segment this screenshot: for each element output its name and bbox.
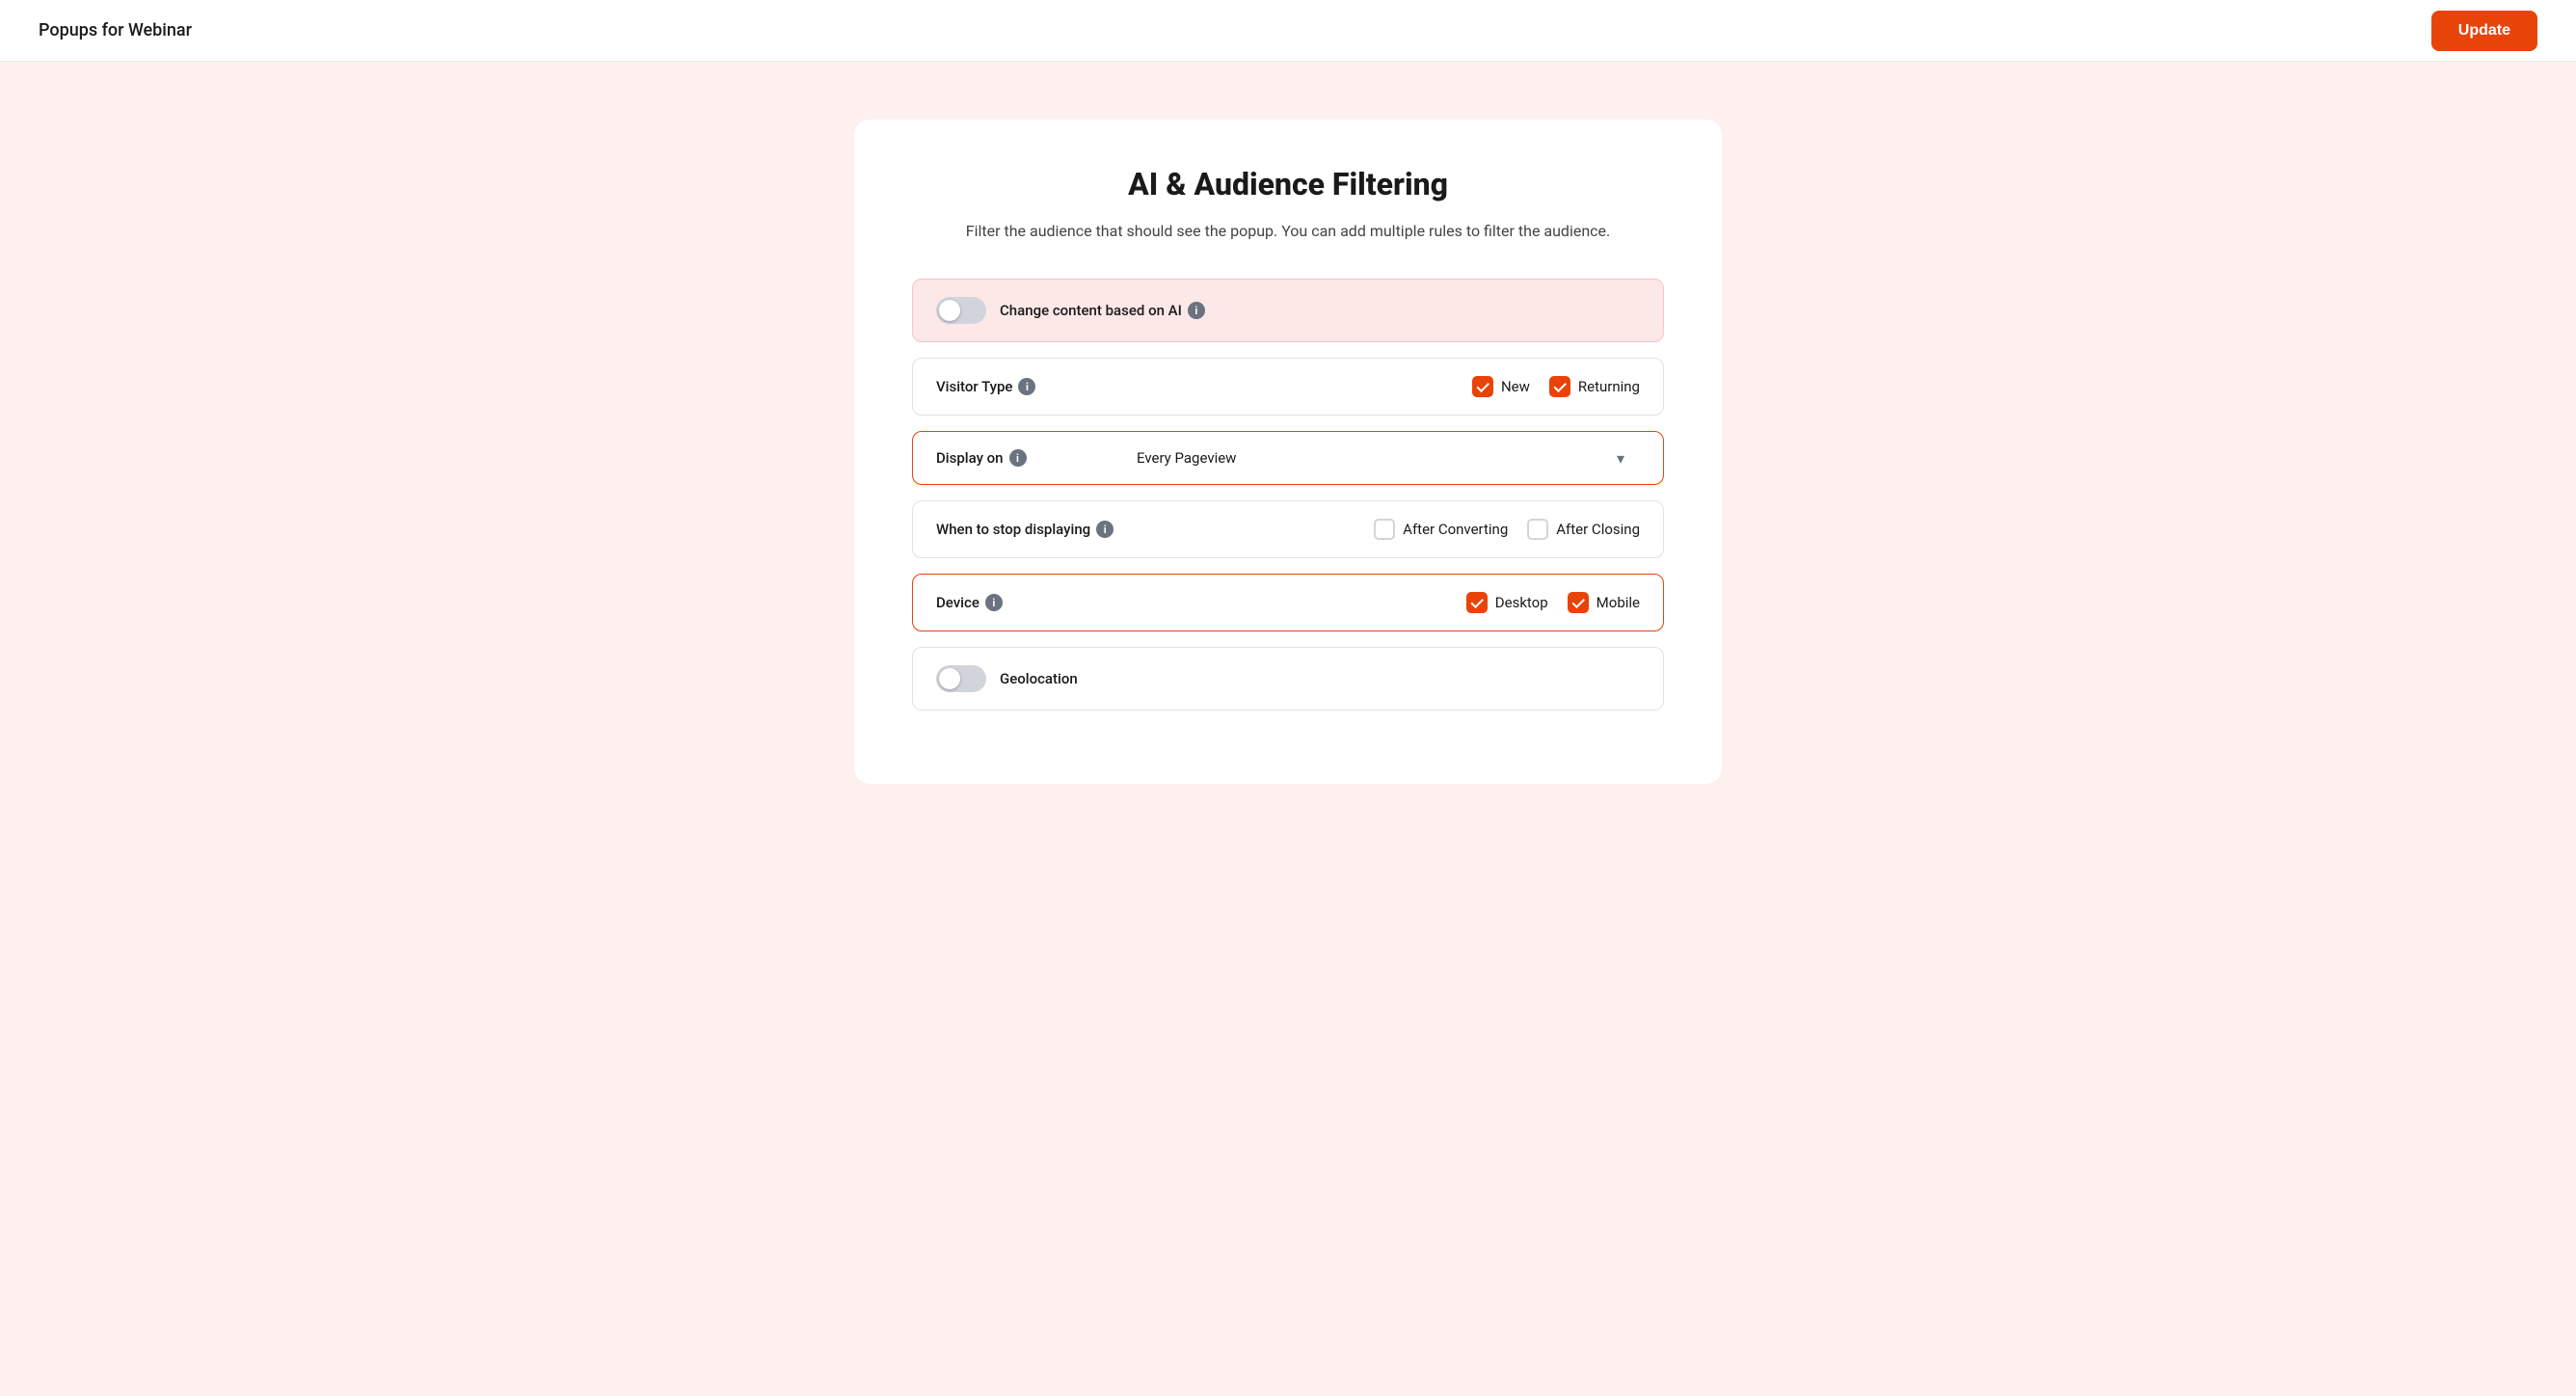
geolocation-toggle-thumb [939, 668, 960, 689]
desktop-checkbox[interactable] [1466, 592, 1488, 613]
after-converting-checkbox[interactable] [1374, 519, 1395, 540]
stop-displaying-row: When to stop displaying i After Converti… [912, 500, 1664, 558]
geolocation-row: Geolocation [912, 647, 1664, 711]
visitor-type-controls: New Returning [1472, 376, 1640, 397]
desktop-label: Desktop [1495, 594, 1548, 611]
main-content: AI & Audience Filtering Filter the audie… [0, 62, 2576, 842]
mobile-checkbox-label[interactable]: Mobile [1568, 592, 1640, 613]
display-on-info-icon[interactable]: i [1009, 449, 1027, 467]
geolocation-toggle-track [936, 665, 986, 692]
display-on-value: Every Pageview [1137, 449, 1236, 467]
visitor-type-label: Visitor Type i [936, 378, 1129, 395]
ai-change-row: Change content based on AI i [912, 279, 1664, 342]
header-title: Popups for Webinar [39, 20, 192, 40]
device-label: Device i [936, 594, 1129, 611]
new-visitor-checkbox-label[interactable]: New [1472, 376, 1530, 397]
stop-displaying-label: When to stop displaying i [936, 521, 1206, 538]
header: Popups for Webinar Update [0, 0, 2576, 62]
geolocation-label: Geolocation [1000, 670, 1078, 687]
new-visitor-checkbox[interactable] [1472, 376, 1493, 397]
after-closing-checkbox-label[interactable]: After Closing [1527, 519, 1640, 540]
device-info-icon[interactable]: i [985, 594, 1003, 611]
device-row: Device i Desktop Mobile [912, 574, 1664, 631]
after-converting-checkbox-label[interactable]: After Converting [1374, 519, 1508, 540]
after-closing-checkbox[interactable] [1527, 519, 1548, 540]
ai-toggle[interactable] [936, 297, 986, 324]
ai-info-icon[interactable]: i [1188, 302, 1205, 319]
returning-visitor-checkbox[interactable] [1549, 376, 1570, 397]
visitor-type-info-icon[interactable]: i [1018, 378, 1035, 395]
returning-visitor-label: Returning [1578, 378, 1640, 395]
card-subtitle: Filter the audience that should see the … [912, 222, 1664, 240]
new-visitor-label: New [1501, 378, 1530, 395]
returning-visitor-checkbox-label[interactable]: Returning [1549, 376, 1640, 397]
display-on-select[interactable]: Every Pageview ▾ [1129, 449, 1640, 467]
geolocation-toggle-wrapper: Geolocation [936, 665, 1078, 692]
ai-toggle-track [936, 297, 986, 324]
device-controls: Desktop Mobile [1466, 592, 1640, 613]
display-on-chevron-icon: ▾ [1613, 450, 1628, 466]
ai-toggle-thumb [939, 300, 960, 321]
visitor-type-row: Visitor Type i New Returning [912, 358, 1664, 416]
mobile-label: Mobile [1597, 594, 1640, 611]
display-on-row: Display on i Every Pageview ▾ [912, 431, 1664, 485]
mobile-checkbox[interactable] [1568, 592, 1589, 613]
stop-displaying-info-icon[interactable]: i [1096, 521, 1114, 538]
stop-displaying-controls: After Converting After Closing [1374, 519, 1640, 540]
desktop-checkbox-label[interactable]: Desktop [1466, 592, 1548, 613]
ai-change-label: Change content based on AI i [1000, 302, 1205, 319]
after-converting-label: After Converting [1403, 521, 1508, 538]
update-button[interactable]: Update [2431, 11, 2537, 51]
geolocation-toggle[interactable] [936, 665, 986, 692]
after-closing-label: After Closing [1556, 521, 1640, 538]
display-on-label: Display on i [936, 449, 1129, 467]
ai-toggle-wrapper: Change content based on AI i [936, 297, 1205, 324]
card-title: AI & Audience Filtering [912, 166, 1664, 202]
settings-card: AI & Audience Filtering Filter the audie… [854, 120, 1722, 784]
